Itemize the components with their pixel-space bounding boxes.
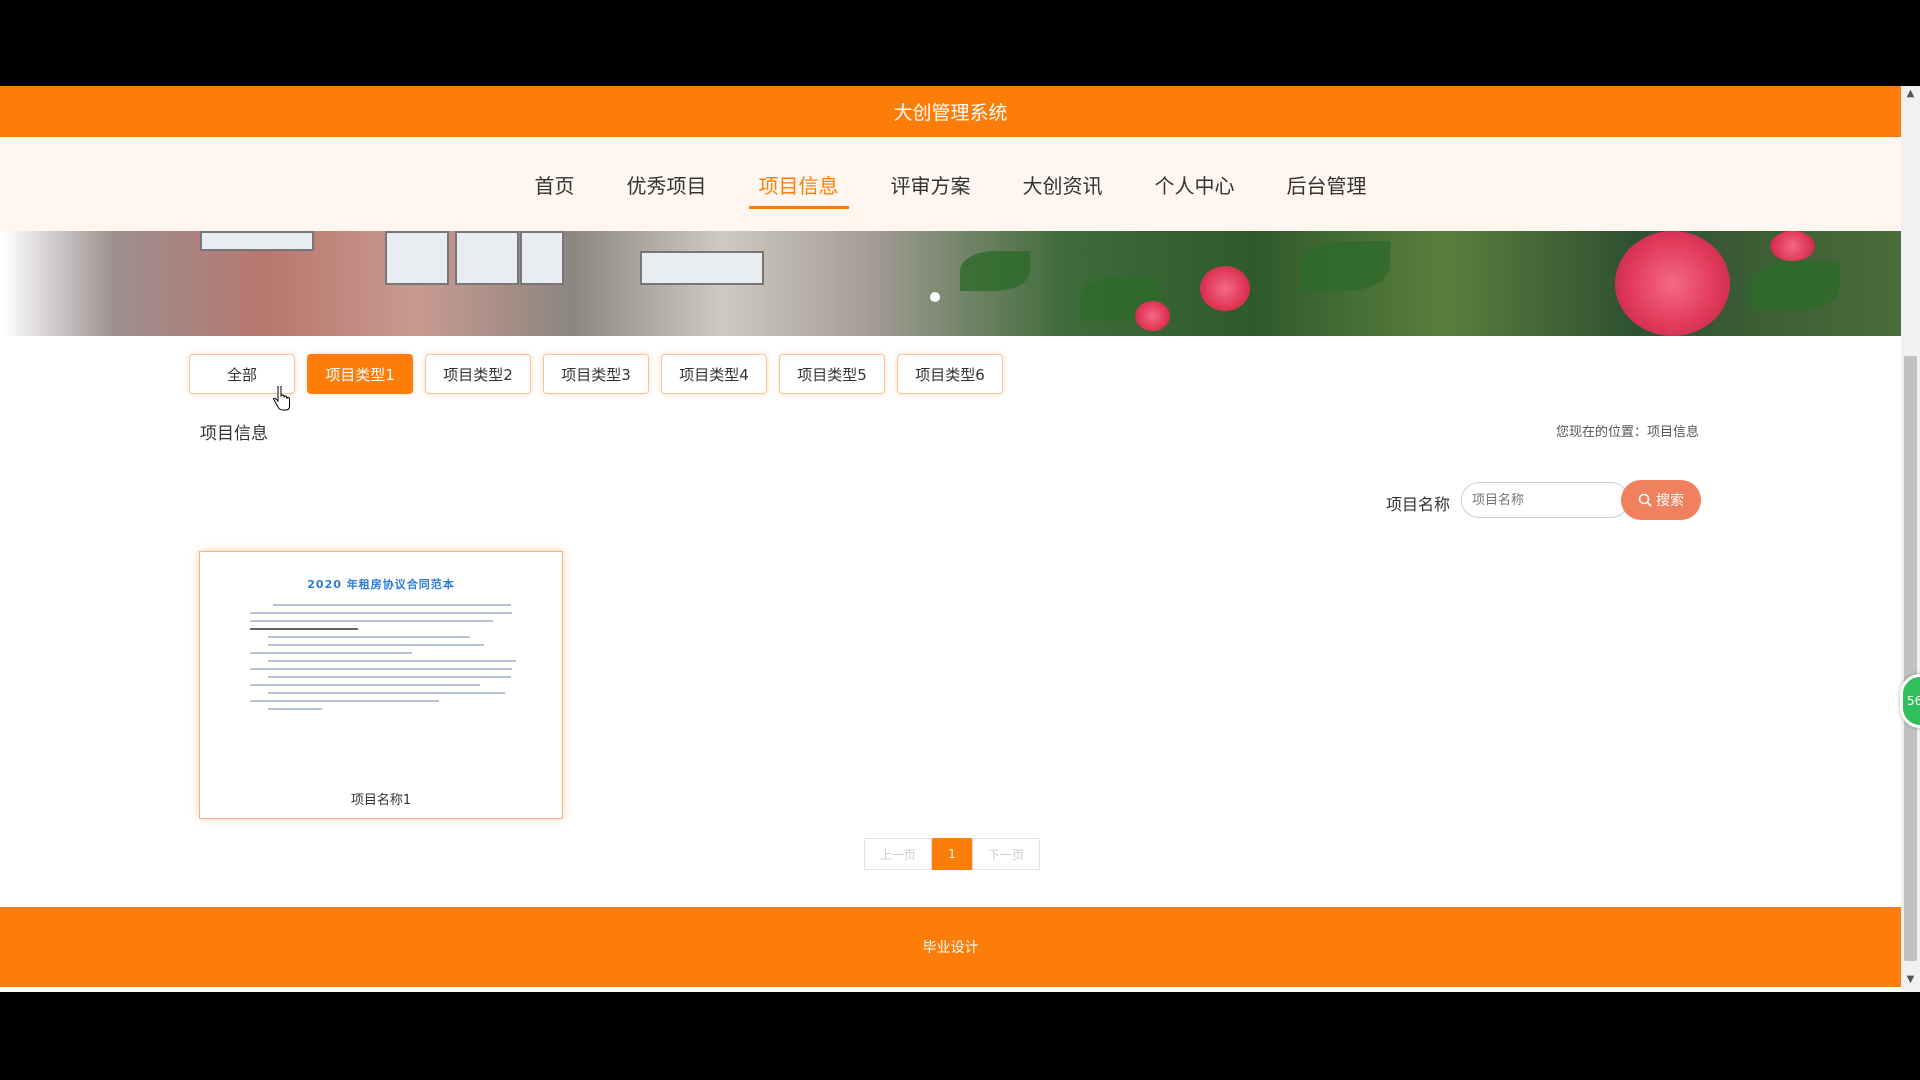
thumbnail-text-line bbox=[267, 676, 511, 678]
footer-text: 毕业设计 bbox=[922, 940, 979, 956]
thumbnail-text-line bbox=[267, 644, 484, 646]
banner-flower bbox=[1200, 266, 1250, 311]
thumbnail-text-line bbox=[250, 652, 412, 654]
banner-window bbox=[455, 231, 519, 285]
project-card-thumbnail: 2020 年租房协议合同范本 bbox=[246, 576, 516, 761]
thumbnail-text-line bbox=[250, 700, 439, 702]
thumbnail-text-line bbox=[273, 604, 511, 606]
banner-leaf bbox=[960, 251, 1030, 291]
banner-flower bbox=[1770, 231, 1815, 261]
search-icon bbox=[1638, 493, 1652, 507]
banner-window bbox=[520, 231, 564, 285]
pagination-page-1[interactable]: 1 bbox=[932, 838, 972, 870]
thumbnail-text-line bbox=[250, 684, 480, 686]
pagination: 上一页 1 下一页 bbox=[864, 838, 1040, 870]
project-card[interactable]: 2020 年租房协议合同范本 项目名称1 bbox=[199, 551, 563, 819]
banner-flower bbox=[1135, 301, 1170, 331]
banner-leaf bbox=[1750, 261, 1840, 311]
thumbnail-text-line bbox=[250, 628, 358, 630]
filter-type-4[interactable]: 项目类型4 bbox=[661, 354, 767, 394]
filter-type-1[interactable]: 项目类型1 bbox=[307, 354, 413, 394]
scroll-thumb[interactable] bbox=[1904, 356, 1917, 961]
banner-leaf bbox=[1300, 241, 1390, 291]
scroll-down-arrow-icon[interactable]: ▼ bbox=[1904, 974, 1917, 990]
filter-type-5[interactable]: 项目类型5 bbox=[779, 354, 885, 394]
vertical-scrollbar[interactable]: ▲ ▼ bbox=[1901, 86, 1920, 992]
thumbnail-text-line bbox=[267, 708, 322, 710]
search-button-label: 搜索 bbox=[1656, 492, 1684, 508]
search-button[interactable]: 搜索 bbox=[1621, 480, 1701, 520]
filter-type-2[interactable]: 项目类型2 bbox=[425, 354, 531, 394]
nav-item-news[interactable]: 大创资讯 bbox=[1013, 164, 1113, 205]
filter-type-6[interactable]: 项目类型6 bbox=[897, 354, 1003, 394]
banner-window bbox=[385, 231, 449, 285]
nav-item-review-plan[interactable]: 评审方案 bbox=[881, 164, 981, 205]
thumbnail-text-line bbox=[267, 692, 506, 694]
pagination-prev[interactable]: 上一页 bbox=[864, 838, 932, 870]
nav-item-project-info[interactable]: 项目信息 bbox=[748, 164, 849, 209]
category-filters: 全部 项目类型1 项目类型2 项目类型3 项目类型4 项目类型5 项目类型6 bbox=[189, 354, 1003, 394]
thumbnail-text-line bbox=[250, 620, 493, 622]
nav-item-excellent-projects[interactable]: 优秀项目 bbox=[617, 164, 717, 205]
nav-item-admin[interactable]: 后台管理 bbox=[1277, 164, 1377, 205]
main-nav: 首页 优秀项目 项目信息 评审方案 大创资讯 个人中心 后台管理 bbox=[0, 137, 1901, 231]
thumbnail-text-line bbox=[267, 660, 516, 662]
filter-type-3[interactable]: 项目类型3 bbox=[543, 354, 649, 394]
breadcrumb: 您现在的位置：项目信息 bbox=[1555, 425, 1699, 440]
scroll-up-arrow-icon[interactable]: ▲ bbox=[1904, 88, 1917, 104]
floating-badge[interactable]: 56 bbox=[1900, 674, 1920, 728]
nav-item-home[interactable]: 首页 bbox=[525, 164, 585, 205]
site-title: 大创管理系统 bbox=[893, 102, 1008, 124]
pagination-next[interactable]: 下一页 bbox=[972, 838, 1040, 870]
banner-carousel[interactable] bbox=[0, 231, 1901, 336]
thumbnail-text-line bbox=[250, 668, 512, 670]
thumbnail-text-line bbox=[267, 636, 471, 638]
floating-badge-text: 56 bbox=[1907, 694, 1920, 708]
banner-window bbox=[200, 231, 314, 251]
carousel-indicator-dot[interactable] bbox=[930, 292, 940, 302]
mouse-cursor-icon bbox=[272, 386, 290, 411]
banner-flower bbox=[1615, 231, 1730, 336]
site-header: 大创管理系统 bbox=[0, 86, 1901, 137]
search-input[interactable] bbox=[1461, 482, 1629, 518]
thumbnail-doc-title: 2020 年租房协议合同范本 bbox=[307, 578, 455, 591]
browser-viewport: 大创管理系统 首页 优秀项目 项目信息 评审方案 大创资讯 个人中心 后台管理 … bbox=[0, 86, 1920, 992]
banner-window bbox=[640, 251, 764, 285]
search-label: 项目名称 bbox=[1386, 495, 1451, 514]
thumbnail-text-line bbox=[250, 612, 512, 614]
nav-item-personal-center[interactable]: 个人中心 bbox=[1145, 164, 1245, 205]
project-card-name: 项目名称1 bbox=[350, 793, 412, 808]
section-title: 项目信息 bbox=[200, 424, 268, 444]
site-footer: 毕业设计 bbox=[0, 907, 1901, 987]
